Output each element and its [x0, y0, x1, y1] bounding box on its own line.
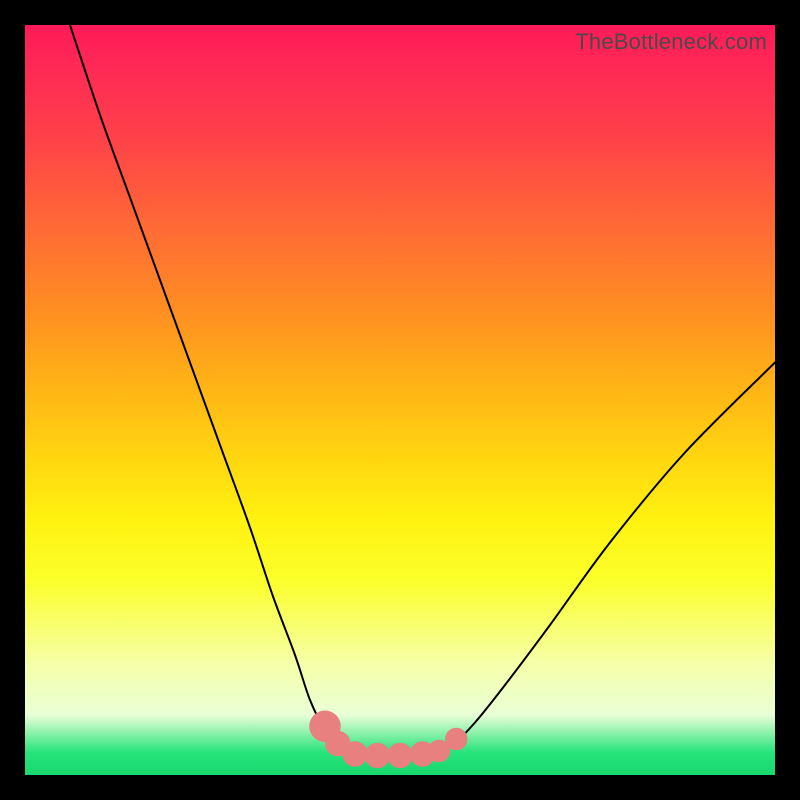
bottom-marker: [387, 743, 413, 769]
bottleneck-curve: [70, 25, 775, 756]
bottom-marker: [342, 741, 368, 767]
chart-svg: [25, 25, 775, 775]
plot-area: TheBottleneck.com: [25, 25, 775, 775]
marker-group: [309, 711, 467, 769]
bottom-marker: [445, 728, 468, 751]
bottom-marker: [365, 743, 391, 769]
curve-path: [70, 25, 775, 756]
outer-frame: TheBottleneck.com: [0, 0, 800, 800]
